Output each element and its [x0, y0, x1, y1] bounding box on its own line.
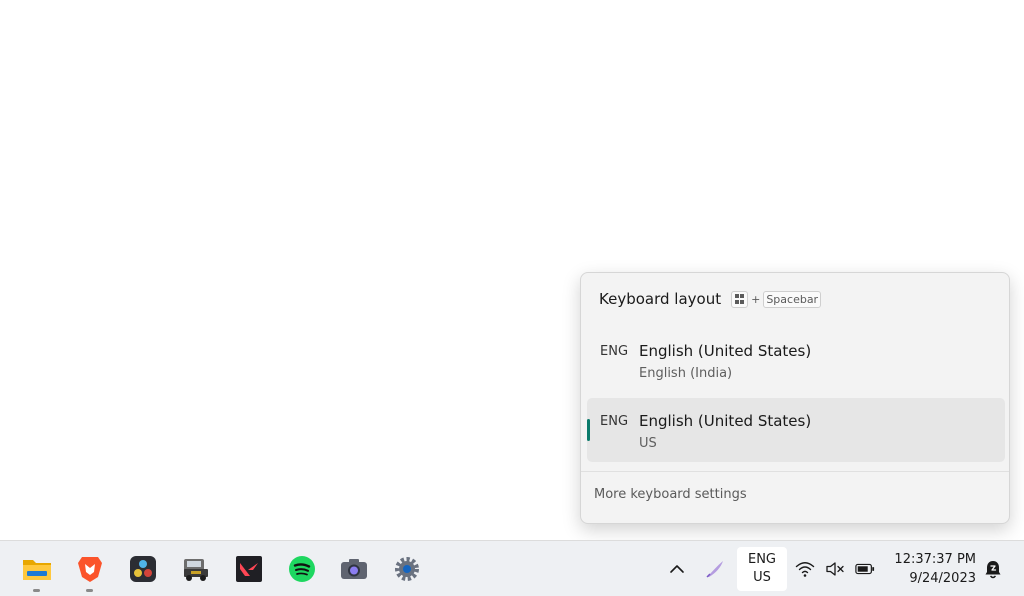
- shortcut-plus: +: [751, 292, 761, 306]
- chevron-up-icon[interactable]: [666, 559, 688, 579]
- running-indicator: [86, 589, 93, 592]
- notification-icon[interactable]: [982, 558, 1004, 580]
- divider: [581, 471, 1009, 472]
- selected-indicator: [587, 419, 590, 441]
- layout-code: ENG: [600, 414, 629, 429]
- clock-time: 12:37:37 PM: [894, 552, 976, 567]
- valorant-icon[interactable]: [234, 554, 264, 584]
- ime-language: ENG: [747, 552, 776, 567]
- layout-option-english-india[interactable]: ENG English (United States) English (Ind…: [587, 328, 1005, 392]
- volume-muted-icon: [825, 559, 845, 579]
- windows-key-icon: [731, 290, 749, 308]
- layout-keyboard: English (India): [639, 366, 733, 381]
- pen-icon[interactable]: [704, 558, 726, 580]
- layout-keyboard: US: [639, 436, 657, 451]
- flyout-header: Keyboard layout + Spacebar: [599, 290, 822, 308]
- settings-icon[interactable]: [392, 554, 422, 584]
- layout-language: English (United States): [639, 342, 812, 360]
- ime-layout: US: [753, 570, 771, 585]
- keyboard-layout-flyout: Keyboard layout + Spacebar ENG English (…: [580, 272, 1010, 524]
- davinci-resolve-icon[interactable]: [128, 554, 158, 584]
- layout-option-english-us[interactable]: ENG English (United States) US: [587, 398, 1005, 462]
- more-keyboard-settings-link[interactable]: More keyboard settings: [594, 487, 747, 502]
- flyout-title: Keyboard layout: [599, 290, 722, 308]
- spotify-icon[interactable]: [287, 554, 317, 584]
- battery-icon: [855, 559, 875, 579]
- layout-language: English (United States): [639, 412, 812, 430]
- input-indicator-button[interactable]: ENG US: [737, 547, 787, 591]
- layout-code: ENG: [600, 344, 629, 359]
- camera-icon[interactable]: [339, 554, 369, 584]
- spacebar-key: Spacebar: [763, 290, 822, 308]
- wifi-icon: [795, 559, 815, 579]
- clock-date: 9/24/2023: [909, 571, 976, 586]
- quick-settings-button[interactable]: [795, 559, 875, 579]
- taskbar: ENG US 12:37:37 PM 9/24/2023: [0, 540, 1024, 596]
- brave-browser-icon[interactable]: [75, 554, 105, 584]
- truck-simulator-icon[interactable]: [181, 554, 211, 584]
- clock[interactable]: 12:37:37 PM 9/24/2023: [888, 550, 976, 588]
- shortcut-hint: + Spacebar: [731, 290, 822, 308]
- file-explorer-icon[interactable]: [22, 554, 52, 584]
- running-indicator: [33, 589, 40, 592]
